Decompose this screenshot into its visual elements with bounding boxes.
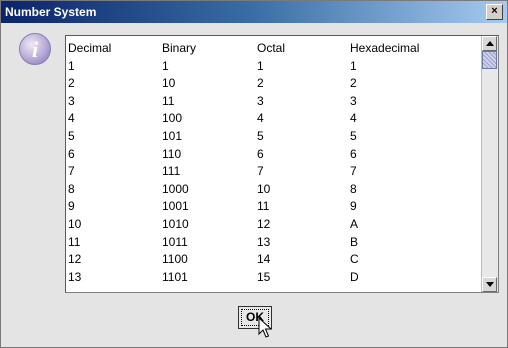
table-cell: 100 (162, 111, 183, 126)
table-row: 9 1001 11 9 (68, 198, 478, 216)
table-cell: 13 (257, 234, 271, 249)
table-cell: 5 (68, 128, 75, 143)
table-cell: 1 (162, 58, 169, 73)
scrollbar-thumb[interactable] (482, 51, 497, 69)
table-cell: 3 (257, 93, 264, 108)
header-hexadecimal: Hexadecimal (350, 41, 420, 55)
table-cell: A (350, 216, 359, 231)
table-row: 12 1100 14 C (68, 251, 478, 269)
table-cell: D (350, 269, 359, 284)
table-cell: 4 (68, 111, 75, 126)
table-cell: 4 (350, 111, 357, 126)
table-cell: 1100 (162, 252, 188, 267)
scroll-up-button[interactable] (482, 36, 497, 51)
number-table-scrollpane[interactable]: Decimal Binary Octal Hexadecimal 1 1 1 1 2 10… (65, 35, 499, 293)
table-cell: 12 (68, 252, 82, 267)
table-cell: 2 (350, 76, 357, 91)
arrow-down-icon (486, 282, 494, 287)
table-row: 11 1011 13 B (68, 234, 478, 252)
table-cell: 111 (162, 164, 181, 179)
table-cell: 1 (257, 58, 264, 73)
table-cell: 3 (350, 93, 357, 108)
title-bar[interactable]: Number System × (1, 1, 507, 23)
mouse-pointer-icon (258, 317, 273, 338)
table-cell: 11 (162, 93, 175, 108)
table-cell: 6 (350, 146, 357, 161)
dialog-title: Number System (5, 5, 97, 19)
table-row: 8 1000 10 8 (68, 181, 478, 199)
table-row: 10 1010 12 A (68, 216, 478, 234)
table-cell: 110 (162, 146, 182, 161)
vertical-scrollbar[interactable] (481, 36, 498, 292)
number-table: Decimal Binary Octal Hexadecimal 1 1 1 1 2 10… (68, 40, 478, 286)
table-cell: 1 (68, 58, 75, 73)
header-octal: Octal (257, 41, 286, 55)
table-row: 3 11 3 3 (68, 93, 478, 111)
information-icon: i (19, 33, 51, 65)
scroll-down-button[interactable] (482, 277, 497, 292)
table-cell: 7 (350, 164, 357, 179)
table-cell: 6 (68, 146, 75, 161)
table-cell: 10 (162, 76, 176, 91)
table-cell: 14 (257, 252, 271, 267)
table-row: 5 101 5 5 (68, 128, 478, 146)
table-cell: 101 (162, 128, 183, 143)
table-cell: 9 (350, 199, 357, 214)
table-cell: 11 (68, 234, 81, 249)
table-cell: 8 (68, 181, 75, 196)
table-cell: 6 (257, 146, 264, 161)
table-cell: 7 (257, 164, 264, 179)
close-button[interactable]: × (486, 4, 503, 20)
table-cell: 2 (257, 76, 264, 91)
table-cell: 11 (257, 199, 270, 214)
table-cell: 1010 (162, 216, 189, 231)
header-decimal: Decimal (68, 41, 112, 55)
table-cell: 5 (257, 128, 264, 143)
table-cell: 8 (350, 181, 357, 196)
table-cell: 1 (350, 58, 357, 73)
table-cell: 1101 (162, 269, 188, 284)
table-cell: 10 (68, 216, 82, 231)
table-row: 7 111 7 7 (68, 163, 478, 181)
table-cell: 1001 (162, 199, 189, 214)
table-cell: B (350, 234, 359, 249)
table-cell: 12 (257, 216, 271, 231)
table-cell: 15 (257, 269, 271, 284)
table-row: 1 1 1 1 (68, 58, 478, 76)
table-cell: C (350, 252, 359, 267)
table-row: 6 110 6 6 (68, 146, 478, 164)
table-cell: 3 (68, 93, 75, 108)
table-row: 4 100 4 4 (68, 110, 478, 128)
number-system-dialog: Number System × i Decimal Binary Octal H… (0, 0, 508, 348)
table-cell: 1011 (162, 234, 188, 249)
table-cell: 4 (257, 111, 264, 126)
table-cell: 1000 (162, 181, 189, 196)
table-cell: 13 (68, 269, 82, 284)
table-cell: 10 (257, 181, 271, 196)
table-cell: 9 (68, 199, 75, 214)
table-cell: 5 (350, 128, 357, 143)
header-binary: Binary (162, 41, 197, 55)
table-cell: 7 (68, 164, 75, 179)
table-row: 13 1101 15 D (68, 269, 478, 287)
arrow-up-icon (486, 41, 494, 46)
table-header-row: Decimal Binary Octal Hexadecimal (68, 40, 478, 58)
table-row: 2 10 2 2 (68, 75, 478, 93)
table-cell: 2 (68, 76, 75, 91)
